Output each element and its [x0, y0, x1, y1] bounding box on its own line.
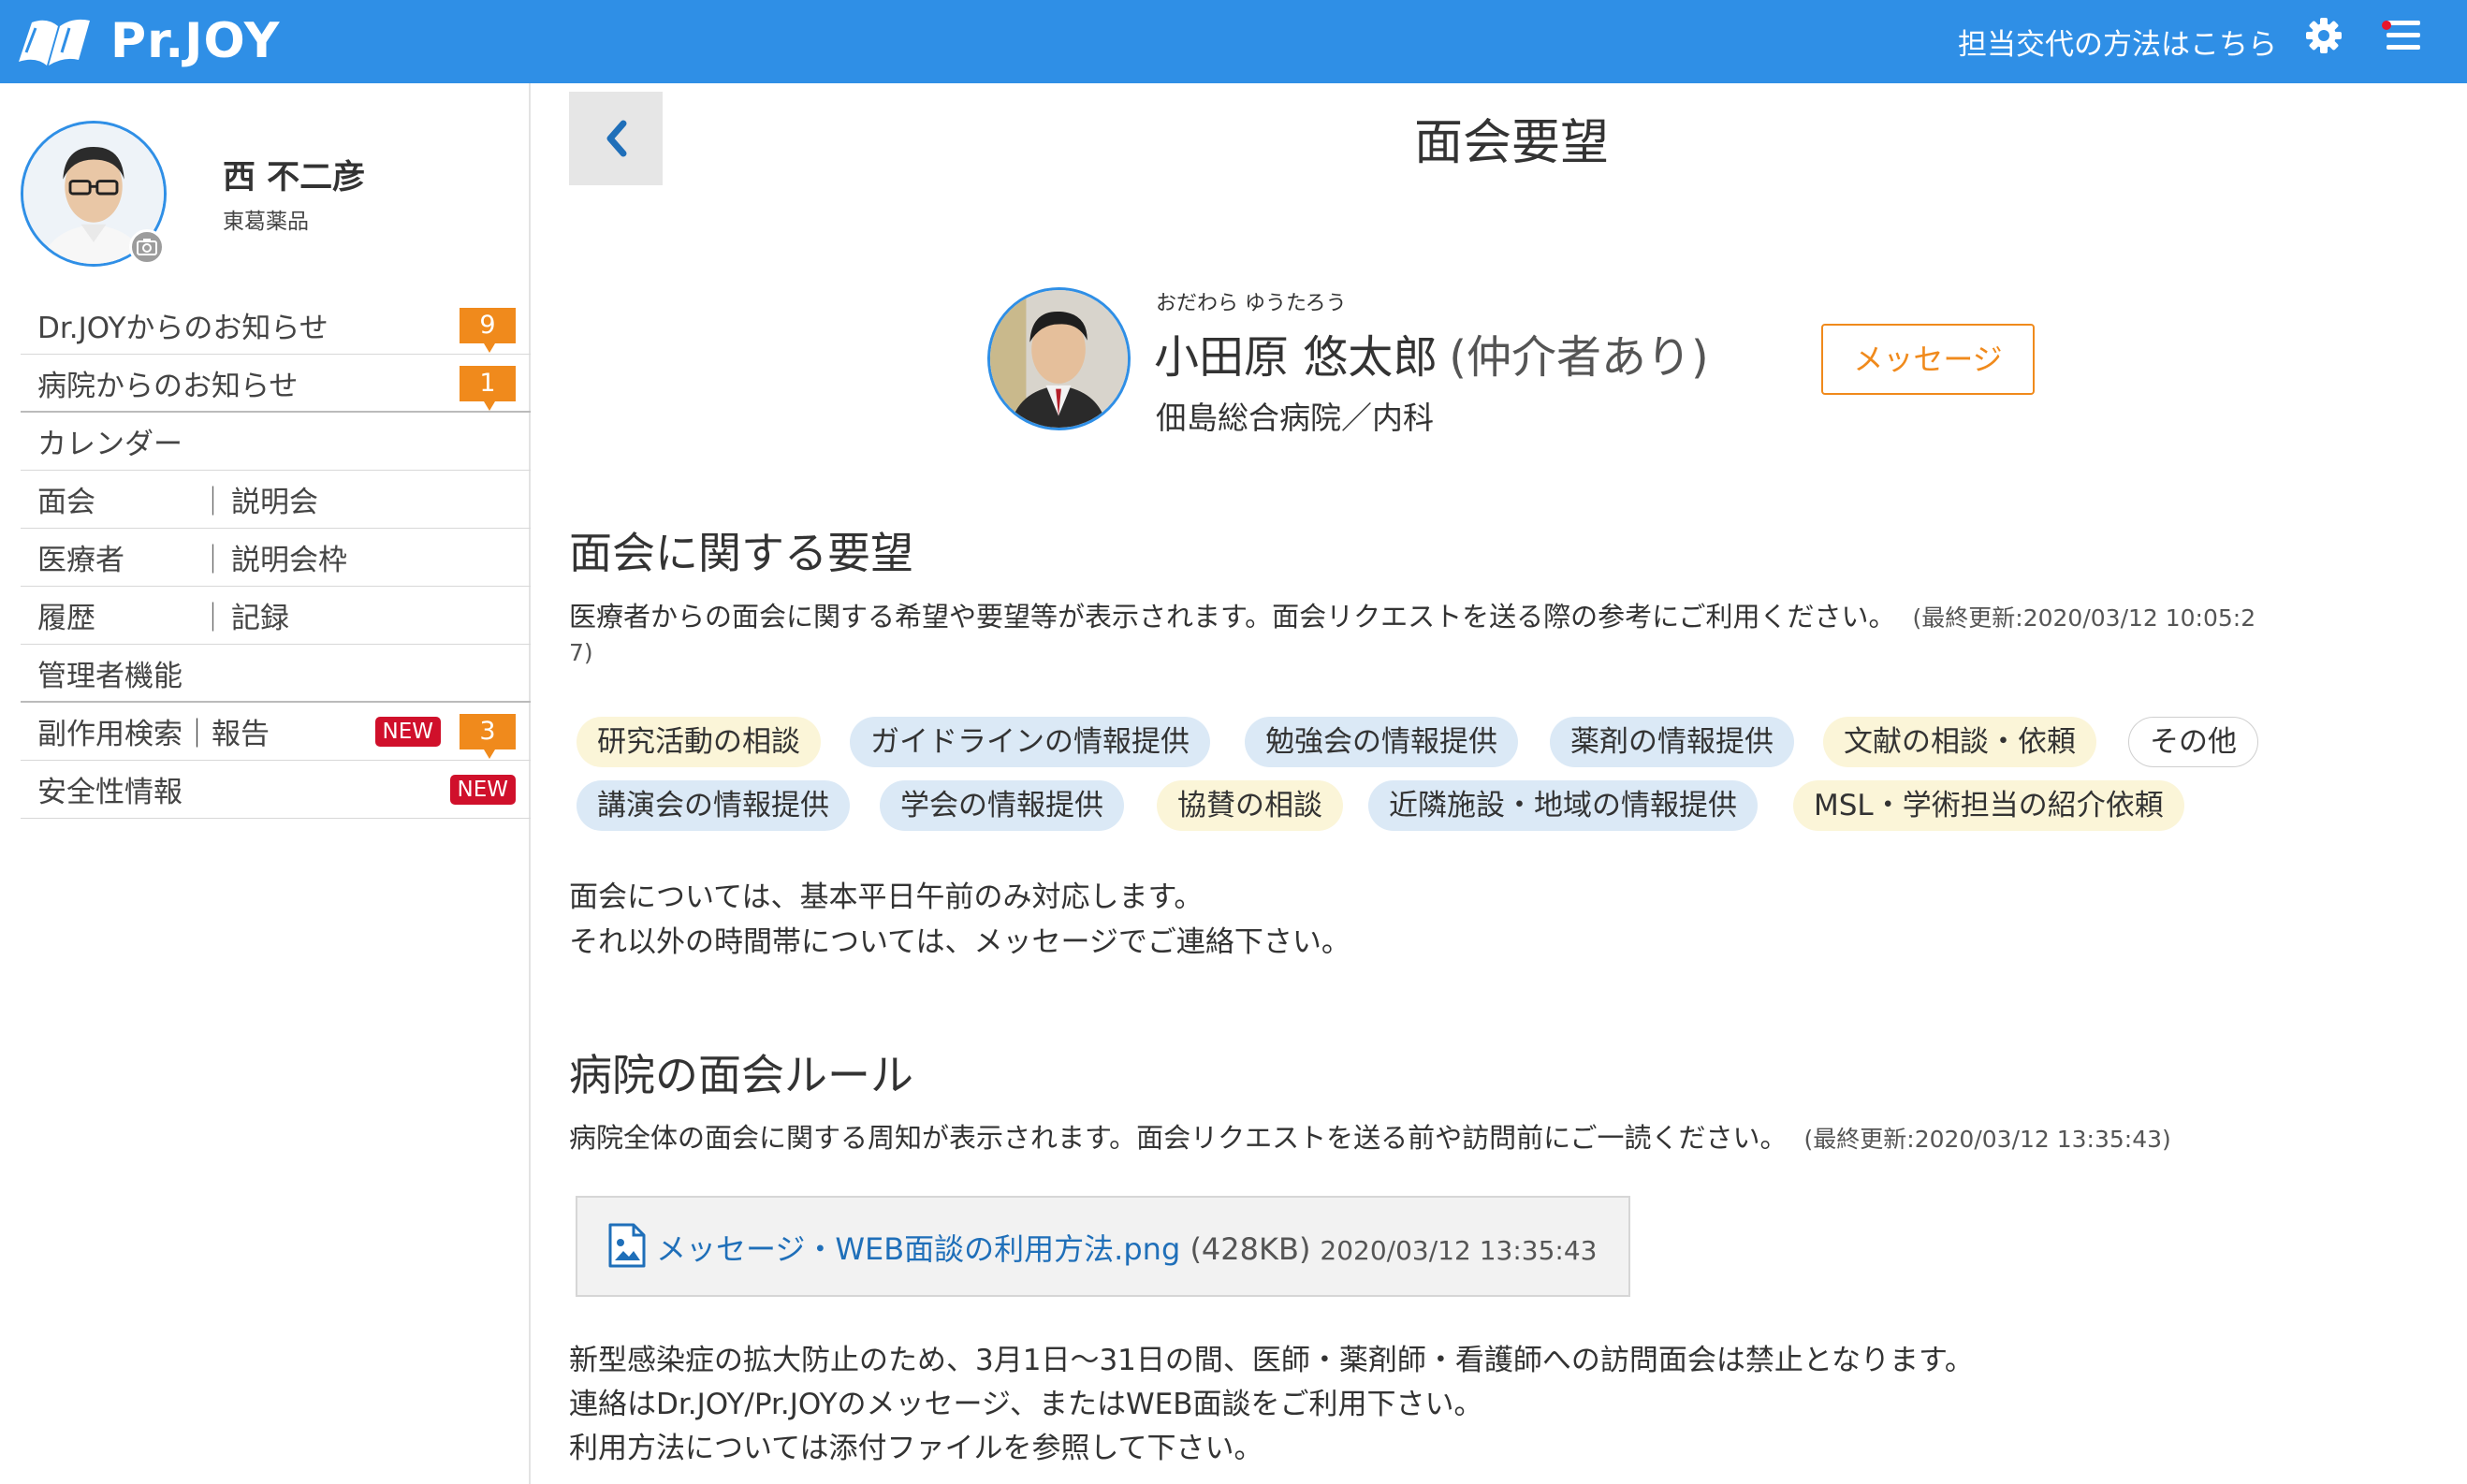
back-button[interactable] — [569, 92, 663, 185]
sidebar-item-label: 病院からのお知らせ — [37, 369, 299, 403]
sidebar-item-medical-staff[interactable]: 医療者 説明会枠 — [21, 529, 531, 587]
sidebar-item-label: 副作用検索｜報告 — [37, 718, 270, 751]
sidebar-item-side-effects[interactable]: 副作用検索｜報告 NEW 3 — [21, 703, 531, 761]
request-tag: その他 — [2128, 717, 2258, 767]
page-title: 面会要望 — [1413, 115, 1609, 171]
user-company: 東葛薬品 — [223, 210, 309, 234]
top-header: Pr.JOY 担当交代の方法はこちら — [0, 0, 2467, 83]
count-badge: 9 — [460, 308, 516, 353]
rules-title: 病院の面会ルール — [569, 1050, 913, 1100]
request-tag: 近隣施設・地域の情報提供 — [1368, 780, 1758, 831]
sidebar: 西 不二彦 東葛薬品 Dr.JOYからのお知らせ 9 病院からのお知らせ 1 カ… — [0, 83, 531, 1484]
sidebar-subitem-briefing[interactable]: 説明会 — [198, 478, 318, 520]
change-method-link[interactable]: 担当交代の方法はこちら — [1958, 21, 2277, 63]
sidebar-item-label: カレンダー — [37, 428, 182, 461]
requests-description: 医療者からの面会に関する希望や要望等が表示されます。面会リクエストを送る際の参考… — [569, 595, 2255, 634]
user-name: 西 不二彦 — [223, 159, 366, 196]
request-tag: 講演会の情報提供 — [577, 780, 850, 831]
sidebar-item-label: 管理者機能 — [37, 659, 182, 693]
sidebar-item-drjoy-news[interactable]: Dr.JOYからのお知らせ 9 — [21, 297, 531, 355]
rules-updated: (最終更新:2020/03/12 13:35:43) — [1803, 1126, 2171, 1153]
requests-updated: (最終更新:2020/03/12 10:05:2 — [1912, 604, 2256, 632]
notification-dot — [2382, 21, 2391, 30]
request-tag: 文献の相談・依頼 — [1823, 717, 2096, 767]
request-tag: 勉強会の情報提供 — [1245, 717, 1518, 767]
sidebar-subitem-briefing-slots[interactable]: 説明会枠 — [198, 536, 347, 578]
doctor-avatar — [987, 287, 1131, 430]
logo-text: Pr.JOY — [110, 13, 281, 69]
sidebar-item-label: 面会 — [37, 486, 95, 519]
logo[interactable]: Pr.JOY — [15, 7, 280, 75]
request-note-line: それ以外の時間帯については、メッセージでご連絡下さい。 — [569, 925, 1350, 959]
request-tag: 研究活動の相談 — [577, 717, 821, 767]
sidebar-item-label: 履歴 — [37, 602, 95, 635]
request-tag: ガイドラインの情報提供 — [850, 717, 1210, 767]
attachment-link[interactable]: メッセージ・WEB面談の利用方法.png (428KB) 2020/03/12 1… — [656, 1226, 1597, 1269]
sidebar-item-label: Dr.JOYからのお知らせ — [37, 312, 328, 345]
doctor-name-text: 小田原 悠太郎 — [1154, 331, 1438, 384]
sidebar-item-label: 医療者 — [37, 544, 124, 577]
book-logo-icon — [19, 19, 90, 65]
request-tag: 薬剤の情報提供 — [1550, 717, 1794, 767]
requests-title: 面会に関する要望 — [569, 528, 913, 578]
new-badge: NEW — [449, 775, 516, 805]
request-tag: 学会の情報提供 — [880, 780, 1124, 831]
doctor-name-ruby: おだわら ゆうたろう — [1156, 292, 1347, 315]
request-tag: MSL・学術担当の紹介依頼 — [1793, 780, 2184, 831]
rules-desc-text: 病院全体の面会に関する周知が表示されます。面会リクエストを送る前や訪問前にご一読… — [569, 1122, 1788, 1154]
attachment-date: 2020/03/12 13:35:43 — [1320, 1235, 1598, 1266]
rules-body-line: 利用方法については添付ファイルを参照して下さい。 — [569, 1432, 1263, 1465]
sidebar-item-calendar[interactable]: カレンダー — [21, 413, 531, 471]
requests-updated-wrap: 7) — [569, 639, 593, 666]
message-button[interactable]: メッセージ — [1821, 324, 2035, 395]
camera-icon[interactable] — [129, 229, 165, 265]
rules-body-line: 連絡はDr.JOY/Pr.JOYのメッセージ、またはWEB面談をご利用下さい。 — [569, 1388, 1483, 1421]
image-file-icon — [608, 1223, 646, 1268]
count-badge: 3 — [460, 714, 516, 759]
attachment-size: (428KB) — [1190, 1231, 1311, 1267]
request-note-line: 面会については、基本平日午前のみ対応します。 — [569, 880, 1204, 914]
sidebar-item-label: 安全性情報 — [37, 776, 182, 809]
sidebar-item-admin[interactable]: 管理者機能 — [21, 645, 531, 703]
sidebar-item-meeting[interactable]: 面会 説明会 — [21, 471, 531, 529]
doctor-name: 小田原 悠太郎 (仲介者あり) — [1154, 320, 1709, 386]
sidebar-item-history[interactable]: 履歴 記録 — [21, 587, 531, 645]
rules-body-line: 新型感染症の拡大防止のため、3月1日〜31日の間、医師・薬剤師・看護師への訪問面… — [569, 1344, 1974, 1377]
rules-description: 病院全体の面会に関する周知が表示されます。面会リクエストを送る前や訪問前にご一読… — [569, 1116, 2171, 1156]
attachment-box[interactable]: メッセージ・WEB面談の利用方法.png (428KB) 2020/03/12 1… — [576, 1196, 1630, 1297]
sidebar-subitem-records[interactable]: 記録 — [198, 594, 289, 636]
attachment-name[interactable]: メッセージ・WEB面談の利用方法.png — [656, 1231, 1180, 1267]
chevron-left-icon — [606, 120, 627, 157]
requests-desc-text: 医療者からの面会に関する希望や要望等が表示されます。面会リクエストを送る際の参考… — [569, 601, 1896, 633]
sidebar-nav: Dr.JOYからのお知らせ 9 病院からのお知らせ 1 カレンダー 面会 説明会… — [21, 297, 531, 819]
new-badge: NEW — [374, 717, 441, 747]
sidebar-item-hospital-news[interactable]: 病院からのお知らせ 1 — [21, 355, 531, 413]
sidebar-item-safety-info[interactable]: 安全性情報 NEW — [21, 761, 531, 819]
broker-label: (仲介者あり) — [1449, 331, 1709, 384]
count-badge: 1 — [460, 366, 516, 411]
gear-icon[interactable] — [2304, 16, 2343, 55]
request-tag: 協賛の相談 — [1157, 780, 1343, 831]
doctor-department: 佃島総合病院／内科 — [1156, 400, 1434, 436]
